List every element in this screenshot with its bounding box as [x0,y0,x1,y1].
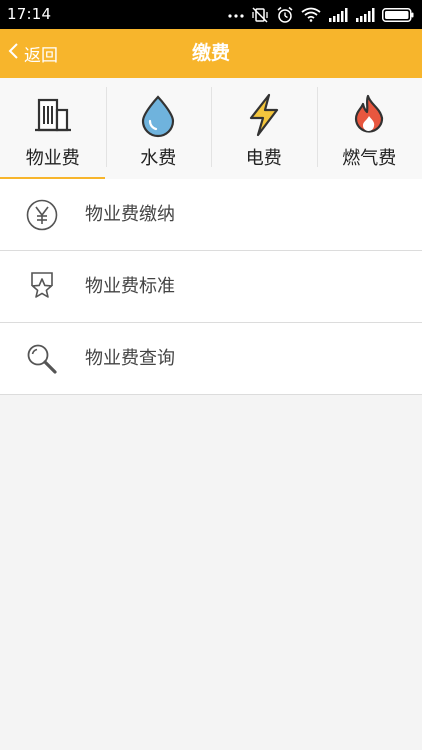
page-title: 缴费 [191,42,230,64]
chevron-left-icon [8,42,24,65]
status-icons [228,4,414,25]
signal-icon [355,7,375,22]
wifi-icon [301,7,321,22]
back-button[interactable]: 返回 [8,29,58,78]
yen-icon [25,198,59,232]
tab-water-fee[interactable]: 水费 [105,78,212,179]
more-dots-icon [228,12,244,18]
list-item-label: 物业费查询 [85,348,175,369]
list-item-property-fee-query[interactable]: 物业费查询 [0,323,422,395]
water-drop-icon [135,92,181,138]
vibrate-off-icon [251,6,269,24]
tab-property-fee[interactable]: 物业费 [0,78,106,179]
tab-label: 燃气费 [342,148,397,169]
list-item-label: 物业费缴纳 [85,204,175,225]
tab-label: 物业费 [25,148,80,169]
status-time: 17:14 [7,5,52,23]
header-bar: 返回 缴费 [0,29,422,78]
signal-icon [328,7,348,22]
tab-electricity-fee[interactable]: 电费 [211,78,317,179]
lightning-icon [241,92,287,138]
property-fee-menu: 物业费缴纳 物业费标准 物业费查询 [0,179,422,395]
building-icon [30,92,76,138]
status-bar: 17:14 [0,0,422,29]
list-item-property-fee-standard[interactable]: 物业费标准 [0,251,422,323]
alarm-icon [276,6,294,24]
search-icon [25,342,59,376]
battery-icon [382,7,414,22]
list-item-label: 物业费标准 [85,276,175,297]
flame-icon [346,92,392,138]
tab-label: 水费 [140,148,177,169]
tab-label: 电费 [245,148,282,169]
fee-type-tabs: 物业费 水费 电费 燃气费 [0,78,422,179]
star-badge-icon [25,270,59,304]
list-item-pay-property-fee[interactable]: 物业费缴纳 [0,179,422,251]
back-label: 返回 [24,46,58,66]
tab-gas-fee[interactable]: 燃气费 [316,78,422,179]
